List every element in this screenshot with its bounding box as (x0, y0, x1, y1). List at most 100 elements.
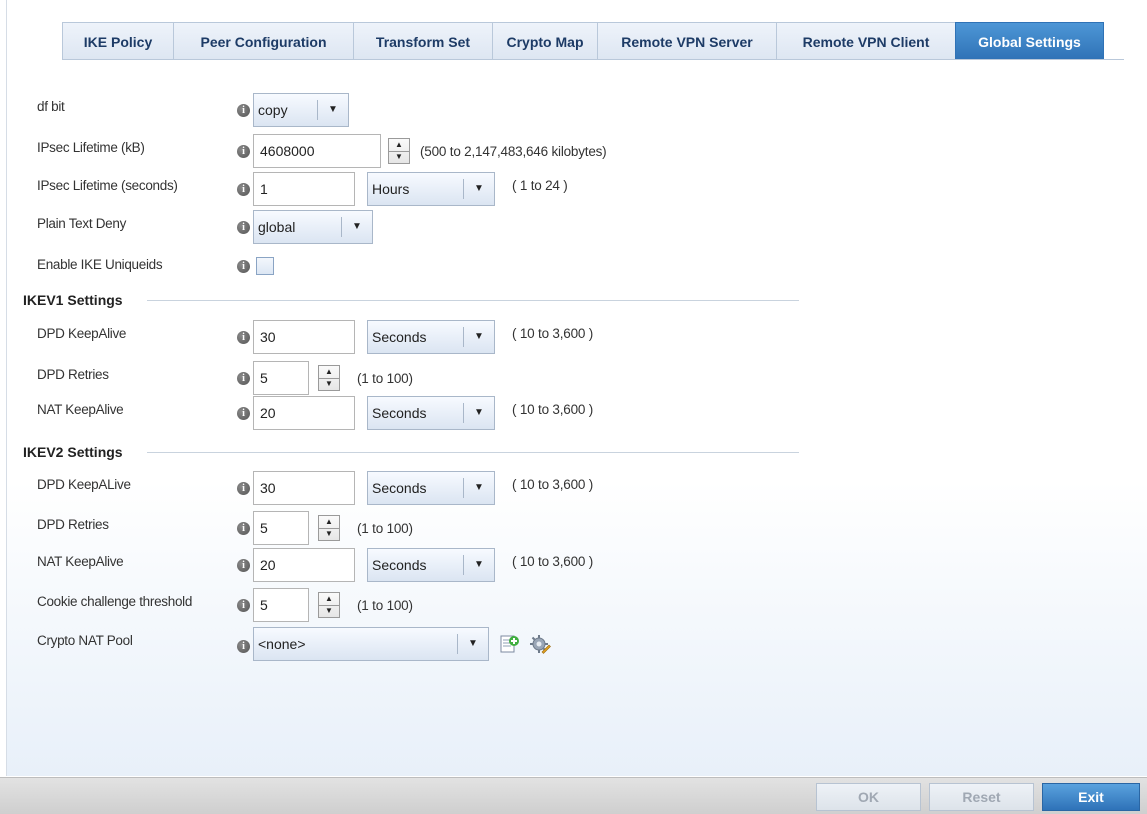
tab-transform-set[interactable]: Transform Set (353, 22, 493, 60)
ikev2-nat-keepalive-row: NAT KeepAlive i 20 Seconds ▼ ( 10 to 3,6… (7, 548, 1107, 584)
stepper-down-icon[interactable]: ▼ (389, 152, 409, 164)
df-bit-value: copy (258, 102, 288, 118)
ikev2-nat-keepalive-unit-select[interactable]: Seconds ▼ (367, 548, 495, 582)
tab-remote-vpn-client[interactable]: Remote VPN Client (776, 22, 956, 60)
ikev1-dpd-keepalive-row: DPD KeepAlive i 30 Seconds ▼ ( 10 to 3,6… (7, 320, 1107, 356)
ikev2-dpd-keepalive-unit-value: Seconds (372, 480, 427, 496)
enable-ike-uniqueids-label: Enable IKE Uniqueids (37, 257, 163, 272)
chevron-down-icon: ▼ (317, 100, 348, 120)
info-icon[interactable]: i (237, 640, 250, 653)
df-bit-label: df bit (37, 99, 65, 114)
ikev2-dpd-keepalive-label: DPD KeepALive (37, 477, 131, 492)
ipsec-lifetime-kb-hint: (500 to 2,147,483,646 kilobytes) (420, 144, 607, 159)
ikev1-section-title: IKEV1 Settings (23, 292, 123, 308)
info-icon[interactable]: i (237, 104, 250, 117)
ikev1-dpd-retries-input[interactable]: 5 (253, 361, 309, 395)
ikev1-nat-keepalive-hint: ( 10 to 3,600 ) (512, 402, 594, 417)
info-icon[interactable]: i (237, 482, 250, 495)
chevron-down-icon: ▼ (457, 634, 488, 654)
enable-ike-uniqueids-row: Enable IKE Uniqueids i (7, 251, 1107, 287)
stepper-down-icon[interactable]: ▼ (319, 529, 339, 541)
ikev1-dpd-retries-hint: (1 to 100) (357, 371, 413, 386)
info-icon[interactable]: i (237, 331, 250, 344)
ipsec-lifetime-kb-input[interactable]: 4608000 (253, 134, 381, 168)
ikev1-dpd-keepalive-unit-select[interactable]: Seconds ▼ (367, 320, 495, 354)
ikev1-dpd-retries-stepper[interactable]: ▲ ▼ (318, 365, 340, 391)
info-icon[interactable]: i (237, 407, 250, 420)
chevron-down-icon: ▼ (463, 403, 494, 423)
ikev1-nat-keepalive-input[interactable]: 20 (253, 396, 355, 430)
ipsec-lifetime-kb-row: IPsec Lifetime (kB) i 4608000 ▲ ▼ (500 t… (7, 134, 1107, 170)
ikev2-dpd-retries-row: DPD Retries i 5 ▲ ▼ (1 to 100) (7, 511, 1107, 547)
stepper-down-icon[interactable]: ▼ (319, 379, 339, 391)
info-icon[interactable]: i (237, 145, 250, 158)
edit-config-icon[interactable] (529, 633, 551, 655)
tab-global-settings[interactable]: Global Settings (955, 22, 1104, 60)
ipsec-lifetime-unit-value: Hours (372, 181, 410, 197)
ikev1-nat-keepalive-unit-select[interactable]: Seconds ▼ (367, 396, 495, 430)
ikev2-cookie-threshold-input[interactable]: 5 (253, 588, 309, 622)
chevron-down-icon: ▼ (463, 478, 494, 498)
ikev1-dpd-retries-label: DPD Retries (37, 367, 109, 382)
ikev2-dpd-keepalive-input[interactable]: 30 (253, 471, 355, 505)
enable-ike-uniqueids-checkbox[interactable] (256, 257, 274, 275)
ikev2-dpd-retries-input[interactable]: 5 (253, 511, 309, 545)
ikev2-nat-keepalive-input[interactable]: 20 (253, 548, 355, 582)
ikev2-cookie-threshold-stepper[interactable]: ▲ ▼ (318, 592, 340, 618)
ikev2-nat-keepalive-hint: ( 10 to 3,600 ) (512, 554, 594, 569)
ikev2-dpd-retries-label: DPD Retries (37, 517, 109, 532)
reset-button[interactable]: Reset (929, 783, 1034, 811)
tab-remote-vpn-server[interactable]: Remote VPN Server (597, 22, 777, 60)
tab-crypto-map[interactable]: Crypto Map (492, 22, 598, 60)
ipsec-lifetime-seconds-row: IPsec Lifetime (seconds) i 1 Hours ▼ ( 1… (7, 172, 1107, 208)
ikev2-nat-keepalive-label: NAT KeepAlive (37, 554, 124, 569)
stepper-up-icon[interactable]: ▲ (319, 366, 339, 379)
info-icon[interactable]: i (237, 522, 250, 535)
chevron-down-icon: ▼ (463, 327, 494, 347)
tab-peer-configuration[interactable]: Peer Configuration (173, 22, 354, 60)
info-icon[interactable]: i (237, 559, 250, 572)
stepper-up-icon[interactable]: ▲ (319, 593, 339, 606)
crypto-nat-pool-row: Crypto NAT Pool i <none> ▼ (7, 627, 1107, 663)
ikev1-dpd-retries-row: DPD Retries i 5 ▲ ▼ (1 to 100) (7, 361, 1107, 397)
info-icon[interactable]: i (237, 599, 250, 612)
ikev2-dpd-keepalive-unit-select[interactable]: Seconds ▼ (367, 471, 495, 505)
exit-button[interactable]: Exit (1042, 783, 1140, 811)
create-new-icon[interactable] (499, 633, 521, 655)
ikev2-cookie-threshold-label: Cookie challenge threshold (37, 594, 193, 609)
df-bit-select[interactable]: copy ▼ (253, 93, 349, 127)
crypto-nat-pool-value: <none> (258, 636, 306, 652)
ikev2-dpd-keepalive-hint: ( 10 to 3,600 ) (512, 477, 594, 492)
tab-underline (62, 59, 1124, 60)
ok-button[interactable]: OK (816, 783, 921, 811)
ikev1-dpd-keepalive-label: DPD KeepAlive (37, 326, 127, 341)
crypto-nat-pool-select[interactable]: <none> ▼ (253, 627, 489, 661)
ipsec-lifetime-kb-label: IPsec Lifetime (kB) (37, 140, 145, 155)
ipsec-lifetime-unit-select[interactable]: Hours ▼ (367, 172, 495, 206)
ipsec-lifetime-seconds-hint: ( 1 to 24 ) (512, 178, 568, 193)
info-icon[interactable]: i (237, 372, 250, 385)
plain-text-deny-select[interactable]: global ▼ (253, 210, 373, 244)
ikev1-dpd-keepalive-input[interactable]: 30 (253, 320, 355, 354)
plain-text-deny-value: global (258, 219, 296, 235)
ikev2-dpd-retries-hint: (1 to 100) (357, 521, 413, 536)
ikev2-divider (147, 452, 799, 453)
ipsec-lifetime-seconds-input[interactable]: 1 (253, 172, 355, 206)
info-icon[interactable]: i (237, 260, 250, 273)
ikev1-nat-keepalive-row: NAT KeepAlive i 20 Seconds ▼ ( 10 to 3,6… (7, 396, 1107, 432)
tab-bar: IKE Policy Peer Configuration Transform … (62, 22, 1104, 60)
plain-text-deny-row: Plain Text Deny i global ▼ (7, 210, 1107, 246)
crypto-nat-pool-label: Crypto NAT Pool (37, 633, 133, 648)
ikev2-section-title: IKEV2 Settings (23, 444, 123, 460)
ikev2-cookie-threshold-hint: (1 to 100) (357, 598, 413, 613)
info-icon[interactable]: i (237, 183, 250, 196)
df-bit-row: df bit i copy ▼ (7, 93, 1107, 129)
ipsec-lifetime-kb-stepper[interactable]: ▲ ▼ (388, 138, 410, 164)
info-icon[interactable]: i (237, 221, 250, 234)
footer-bar: OK Reset Exit (0, 777, 1147, 814)
tab-ike-policy[interactable]: IKE Policy (62, 22, 174, 60)
stepper-up-icon[interactable]: ▲ (389, 139, 409, 152)
stepper-down-icon[interactable]: ▼ (319, 606, 339, 618)
stepper-up-icon[interactable]: ▲ (319, 516, 339, 529)
ikev2-dpd-retries-stepper[interactable]: ▲ ▼ (318, 515, 340, 541)
